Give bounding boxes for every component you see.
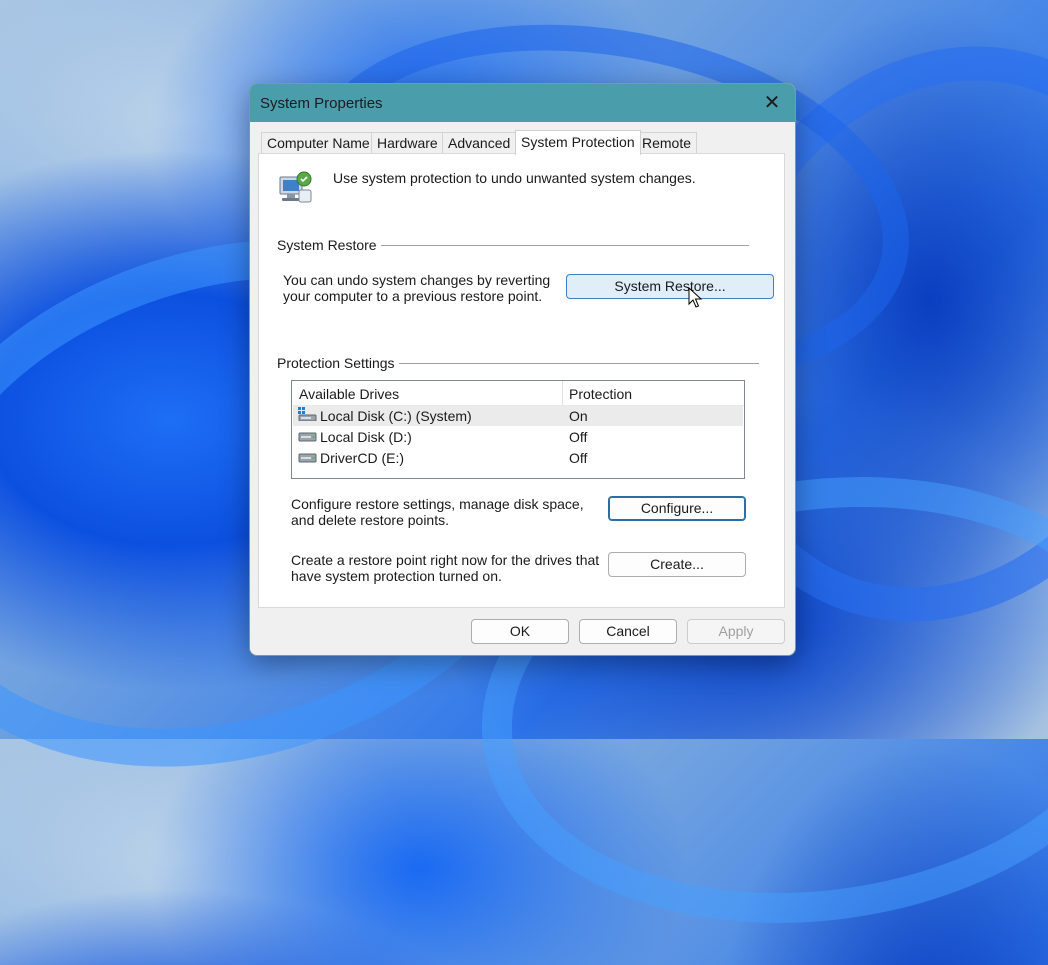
drive-name: Local Disk (C:) (System) [320,408,472,424]
tab-hardware[interactable]: Hardware [371,132,444,153]
list-header: Available Drives Protection [292,381,744,406]
title-bar[interactable]: System Properties ✕ [250,84,795,122]
system-restore-group-title: System Restore [277,237,383,253]
drive-name: Local Disk (D:) [320,429,412,445]
intro-text: Use system protection to undo unwanted s… [333,170,696,186]
drive-protection-status: Off [569,429,587,445]
tab-computer-name[interactable]: Computer Name [261,132,376,153]
column-header-drives[interactable]: Available Drives [299,386,399,402]
close-button[interactable]: ✕ [749,84,795,122]
configure-description: Configure restore settings, manage disk … [291,496,603,528]
drive-protection-status: Off [569,450,587,466]
drive-name: DriverCD (E:) [320,450,404,466]
tab-system-protection[interactable]: System Protection [515,130,641,155]
mouse-cursor-icon [688,287,704,309]
available-drives-list[interactable]: Available Drives Protection Local Disk (… [291,380,745,479]
apply-button[interactable]: Apply [687,619,785,644]
tab-remote[interactable]: Remote [636,132,697,153]
window-title: System Properties [260,95,383,112]
drive-row[interactable]: Local Disk (C:) (System) On [293,406,743,426]
create-description: Create a restore point right now for the… [291,552,601,584]
system-restore-description: You can undo system changes by reverting… [283,272,553,304]
cancel-button[interactable]: Cancel [579,619,677,644]
ok-button[interactable]: OK [471,619,569,644]
drive-row[interactable]: DriverCD (E:) Off [293,448,743,468]
drive-row[interactable]: Local Disk (D:) Off [293,427,743,447]
group-divider [381,245,749,246]
system-protection-icon [277,168,315,206]
system-protection-panel: Use system protection to undo unwanted s… [258,153,785,608]
group-divider [399,363,759,364]
tab-advanced[interactable]: Advanced [442,132,516,153]
create-button[interactable]: Create... [608,552,746,577]
column-separator[interactable] [562,381,563,405]
drive-icon [298,453,317,463]
system-properties-dialog: System Properties ✕ Computer Name Hardwa… [249,83,796,656]
protection-settings-group-title: Protection Settings [277,355,401,371]
system-restore-button[interactable]: System Restore... [566,274,774,299]
drive-icon [298,432,317,442]
configure-button[interactable]: Configure... [608,496,746,521]
column-header-protection[interactable]: Protection [569,386,632,402]
drive-protection-status: On [569,408,588,424]
close-icon: ✕ [764,93,781,113]
system-drive-icon [298,407,317,421]
